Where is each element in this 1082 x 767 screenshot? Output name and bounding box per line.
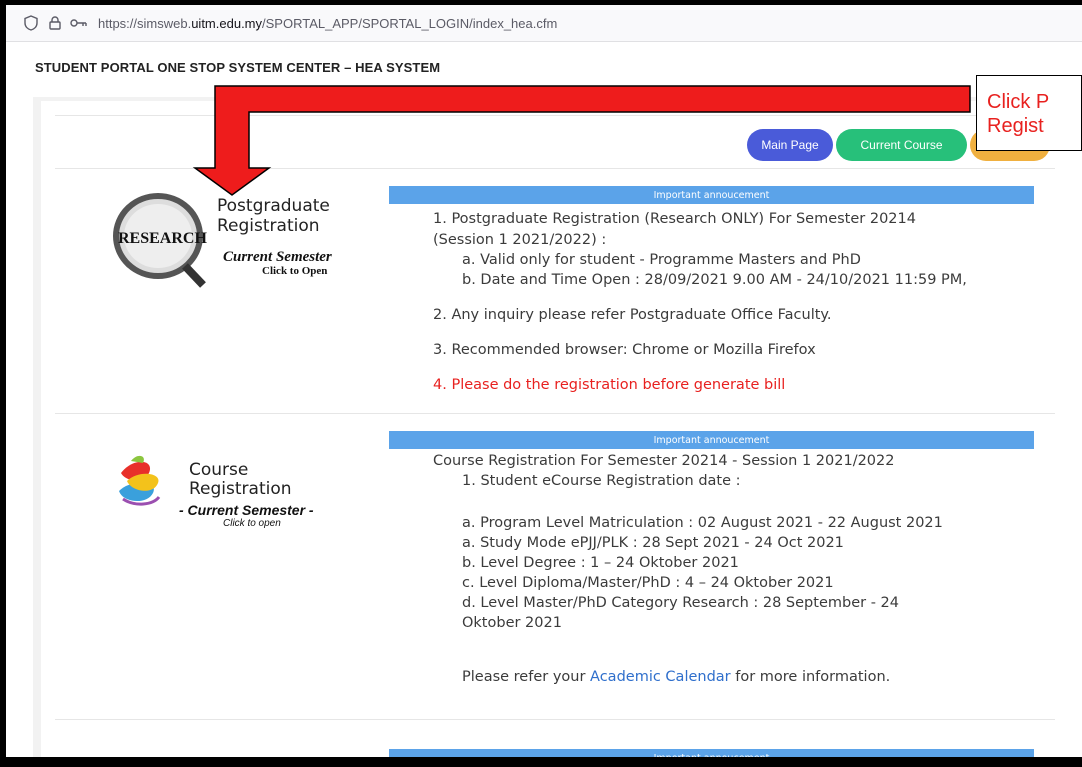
key-icon[interactable] [70,14,88,32]
address-bar[interactable]: https://simsweb.uitm.edu.my/SPORTAL_APP/… [6,5,1082,42]
announcement-banner: Important annoucement [389,186,1034,204]
logo-click: Click to Open [262,265,327,277]
logo-sub: - Current Semester - [179,502,314,518]
announcement-line: (Session 1 2021/2022) : [433,232,607,248]
lock-icon[interactable] [46,14,64,32]
browser-window: https://simsweb.uitm.edu.my/SPORTAL_APP/… [6,5,1082,757]
logo-title1: Postgraduate [217,196,330,216]
divider [55,413,1055,414]
announcement-line: a. Valid only for student - Programme Ma… [462,252,861,268]
announcement-line: 2. Any inquiry please refer Postgraduate… [433,307,832,323]
announcement-line: d. Level Master/PhD Category Research : … [462,595,899,611]
logo-research-text: RESEARCH [118,230,207,247]
annotation-callout: Click P Regist [976,75,1082,151]
logo-title1: Course [189,460,248,480]
course-registration-logo[interactable]: Course Registration - Current Semester -… [113,451,373,541]
announcement-line: b. Level Degree : 1 – 24 Oktober 2021 [462,555,739,571]
callout-line2: Regist [987,115,1044,137]
page-background: Main Page Current Course Lo RESEARCH Pos… [33,97,1082,757]
callout-line1: Click P [987,91,1050,113]
announcement-line: b. Date and Time Open : 28/09/2021 9.00 … [462,272,967,288]
main-page-button[interactable]: Main Page [747,129,833,161]
logo-title2: Registration [189,479,292,499]
announcement-line: a. Program Level Matriculation : 02 Augu… [462,515,943,531]
logo-click: Click to open [223,518,281,529]
announcement-line: c. Level Diploma/Master/PhD : 4 – 24 Okt… [462,575,834,591]
shield-icon[interactable] [22,14,40,32]
divider [55,719,1055,720]
announcement-line: 1. Student eCourse Registration date : [462,473,741,489]
logo-sub: Current Semester [223,249,332,265]
academic-calendar-link[interactable]: Academic Calendar [590,669,731,685]
url-text[interactable]: https://simsweb.uitm.edu.my/SPORTAL_APP/… [98,16,557,31]
announcement-line: 3. Recommended browser: Chrome or Mozill… [433,342,816,358]
announcement-line: Oktober 2021 [462,615,562,631]
announcement-warning: 4. Please do the registration before gen… [433,377,786,393]
page-title: STUDENT PORTAL ONE STOP SYSTEM CENTER – … [35,60,441,75]
current-course-button[interactable]: Current Course [836,129,967,161]
announcement-line: a. Study Mode ePJJ/PLK : 28 Sept 2021 - … [462,535,844,551]
postgraduate-registration-logo[interactable]: RESEARCH Postgraduate Registration Curre… [113,181,373,291]
divider [55,115,1055,116]
announcement-banner: Important annoucement [389,431,1034,449]
announcement-line: Course Registration For Semester 20214 -… [433,453,895,469]
logo-title2: Registration [217,216,320,236]
announcement-banner: Important annoucement [389,749,1034,757]
academic-calendar-note: Please refer your Academic Calendar for … [462,669,891,685]
divider [55,168,1055,169]
content-card: Main Page Current Course Lo RESEARCH Pos… [41,101,1082,757]
announcement-line: 1. Postgraduate Registration (Research O… [433,211,916,227]
